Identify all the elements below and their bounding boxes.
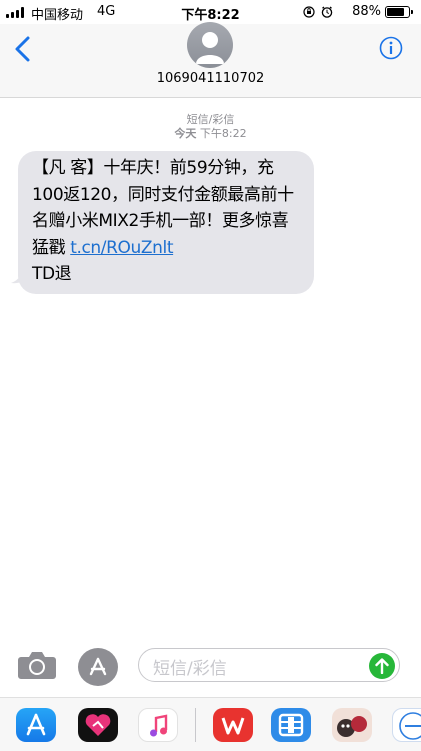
chevron-left-icon — [15, 36, 30, 62]
app-store-icon[interactable] — [16, 708, 56, 742]
message-input-placeholder: 短信/彩信 — [153, 659, 227, 679]
heart-app-icon[interactable] — [78, 708, 118, 742]
sticker-app-icon[interactable] — [332, 708, 372, 742]
tray-divider — [195, 708, 196, 742]
video-app-icon[interactable] — [271, 708, 311, 742]
battery-percentage: 88% — [352, 4, 381, 19]
wps-icon[interactable] — [213, 708, 253, 742]
app-tray — [0, 697, 421, 751]
ifly-icon[interactable] — [392, 708, 421, 742]
message-unsubscribe-text: TD退 — [32, 264, 72, 284]
status-bar: 中国移动 4G 下午8:22 88% — [0, 0, 421, 24]
timestamp-day: 今天 — [174, 127, 197, 140]
timestamp-time: 下午8:22 — [199, 127, 247, 140]
person-icon — [196, 32, 224, 64]
message-timestamp: 今天 下午8:22 — [0, 125, 421, 141]
orientation-lock-and-alarm-icons — [303, 6, 337, 21]
battery-icon — [385, 6, 413, 18]
send-button[interactable] — [369, 653, 395, 679]
app-store-icon — [89, 657, 107, 676]
info-button[interactable] — [379, 36, 403, 60]
info-icon — [379, 36, 403, 60]
music-icon[interactable] — [138, 708, 178, 742]
contact-avatar[interactable] — [187, 22, 233, 68]
arrow-up-icon — [375, 658, 389, 674]
back-button[interactable] — [13, 34, 33, 64]
camera-button[interactable] — [18, 651, 56, 679]
app-drawer-button[interactable] — [78, 648, 118, 686]
contact-number[interactable]: 1069041110702 — [0, 71, 421, 86]
conversation-header: 1069041110702 — [0, 22, 421, 98]
message-link[interactable]: t.cn/ROuZnlt — [70, 238, 173, 258]
camera-icon — [18, 652, 56, 679]
message-input[interactable]: 短信/彩信 — [138, 648, 400, 682]
incoming-message-bubble[interactable]: 【凡 客】十年庆！前59分钟，充100返120，同时支付金额最高前十名赠小米MI… — [18, 151, 314, 294]
